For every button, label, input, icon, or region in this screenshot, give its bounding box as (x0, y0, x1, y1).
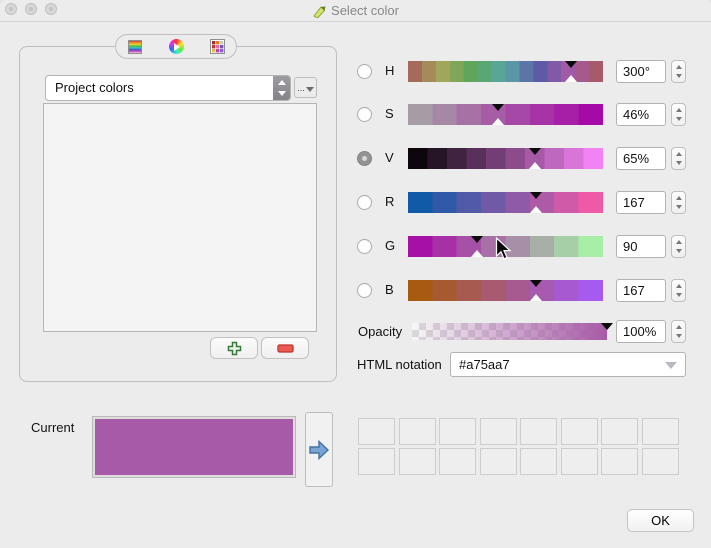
add-color-button[interactable] (210, 337, 258, 359)
spinner-b[interactable] (671, 279, 686, 302)
palette-color-list[interactable] (43, 103, 317, 332)
radio-s[interactable] (357, 107, 372, 122)
saved-swatches-grid (358, 418, 679, 475)
channel-label-b: B (385, 282, 394, 297)
color-mode-tabs (115, 34, 237, 59)
swatch-cell[interactable] (358, 448, 395, 475)
blue-arrow-icon (308, 439, 330, 461)
spinner-s[interactable] (671, 103, 686, 126)
window-controls (5, 3, 57, 15)
select-color-dialog: Select color Project colors ... (0, 0, 711, 548)
spinner-g[interactable] (671, 235, 686, 258)
combo-stepper-icon (273, 76, 290, 100)
opacity-input[interactable]: 100% (616, 320, 666, 343)
color-ramp-tab[interactable] (126, 38, 143, 55)
swatch-cell[interactable] (520, 448, 557, 475)
minus-icon (277, 344, 294, 353)
html-notation-label: HTML notation (357, 357, 442, 372)
value-input-h[interactable]: 300° (616, 60, 666, 83)
remove-color-button[interactable] (261, 337, 309, 359)
value-input-g[interactable]: 90 (616, 235, 666, 258)
slider-h[interactable] (408, 61, 603, 82)
channel-row-v: V 65% (355, 147, 690, 170)
channel-row-r: R 167 (355, 191, 690, 214)
channel-label-s: S (385, 106, 394, 121)
channel-row-s: S 46% (355, 103, 690, 126)
current-color-swatch (92, 416, 296, 478)
radio-g[interactable] (357, 239, 372, 254)
swatch-cell[interactable] (561, 418, 598, 445)
channel-row-g: G 90 (355, 235, 690, 258)
channel-label-g: G (385, 238, 395, 253)
plus-icon (227, 341, 242, 356)
current-label: Current (31, 420, 74, 435)
slider-b[interactable] (408, 280, 603, 301)
add-current-to-swatches-button[interactable] (305, 412, 333, 487)
value-input-s[interactable]: 46% (616, 103, 666, 126)
channel-label-v: V (385, 150, 394, 165)
radio-h[interactable] (357, 64, 372, 79)
swatch-cell[interactable] (439, 448, 476, 475)
slider-g[interactable] (408, 236, 603, 257)
radio-v[interactable] (357, 151, 372, 166)
qgis-app-icon (312, 4, 326, 18)
ok-button[interactable]: OK (627, 509, 694, 532)
slider-r[interactable] (408, 192, 603, 213)
swatch-cell[interactable] (399, 418, 436, 445)
html-notation-row: HTML notation #a75aa7 (355, 352, 690, 375)
slider-v[interactable] (408, 148, 603, 169)
opacity-row: Opacity 100% (355, 320, 690, 343)
html-notation-value: #a75aa7 (459, 357, 510, 372)
color-wheel-tab[interactable] (168, 38, 185, 55)
swatch-cell[interactable] (480, 448, 517, 475)
html-notation-dropdown-icon[interactable] (665, 362, 677, 369)
window-title: Select color (331, 3, 399, 18)
close-button[interactable] (5, 3, 17, 15)
radio-b[interactable] (357, 283, 372, 298)
opacity-spinner[interactable] (671, 320, 686, 343)
swatch-cell[interactable] (439, 418, 476, 445)
channel-row-b: B 167 (355, 279, 690, 302)
channel-label-r: R (385, 194, 394, 209)
palette-select[interactable]: Project colors (45, 75, 291, 101)
spinner-r[interactable] (671, 191, 686, 214)
swatch-cell[interactable] (642, 448, 679, 475)
color-ramp-icon (128, 40, 142, 54)
opacity-slider[interactable] (412, 323, 607, 340)
swatch-cell[interactable] (480, 418, 517, 445)
swatch-cell[interactable] (399, 448, 436, 475)
slider-s[interactable] (408, 104, 603, 125)
value-input-r[interactable]: 167 (616, 191, 666, 214)
swatch-cell[interactable] (358, 418, 395, 445)
value-input-b[interactable]: 167 (616, 279, 666, 302)
swatch-cell[interactable] (520, 418, 557, 445)
value-input-v[interactable]: 65% (616, 147, 666, 170)
radio-r[interactable] (357, 195, 372, 210)
spinner-v[interactable] (671, 147, 686, 170)
html-notation-input[interactable]: #a75aa7 (450, 352, 686, 377)
swatch-cell[interactable] (601, 448, 638, 475)
opacity-label: Opacity (358, 324, 402, 339)
zoom-button[interactable] (45, 3, 57, 15)
palette-menu-label: ... (297, 83, 305, 93)
swatch-cell[interactable] (561, 448, 598, 475)
color-wheel-icon (169, 39, 184, 54)
color-swatches-icon (210, 39, 225, 54)
channel-label-h: H (385, 63, 394, 78)
palette-select-value: Project colors (55, 80, 134, 95)
menu-arrow-icon (306, 87, 314, 92)
color-swatches-tab[interactable] (209, 38, 226, 55)
titlebar: Select color (0, 0, 711, 22)
channel-row-h: H 300° (355, 60, 690, 83)
swatch-cell[interactable] (642, 418, 679, 445)
swatch-cell[interactable] (601, 418, 638, 445)
spinner-h[interactable] (671, 60, 686, 83)
palette-menu-button[interactable]: ... (294, 77, 317, 98)
minimize-button[interactable] (25, 3, 37, 15)
